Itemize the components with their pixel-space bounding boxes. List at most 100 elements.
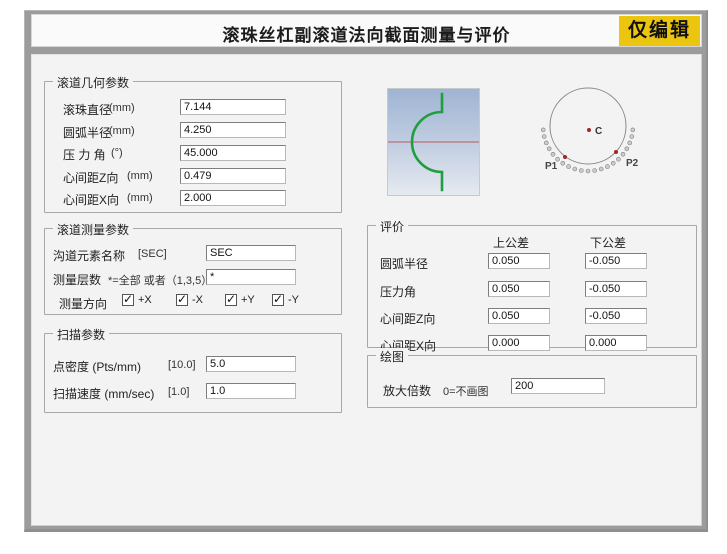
eval-center-z-upper-input[interactable]: [488, 308, 550, 324]
group-measure: 滚道测量参数 沟道元素名称 [SEC] 测量层数 *=全部 或者（1,3,5） …: [44, 228, 342, 315]
section-curve-svg: [388, 89, 479, 195]
ball-diameter-unit: (mm): [109, 102, 135, 114]
center-dist-z-input[interactable]: [180, 168, 286, 184]
measure-point-dot: [561, 161, 565, 165]
measurement-diagram: C P1 P2: [537, 83, 649, 183]
eval-pressure-angle-lower-input[interactable]: [585, 281, 647, 297]
group-eval-title: 评价: [376, 218, 408, 235]
ball-diameter-input[interactable]: [180, 99, 286, 115]
layers-label: 测量层数: [53, 271, 101, 288]
checkbox-minus-y-label: -Y: [288, 294, 299, 306]
measure-point-dot: [567, 165, 571, 169]
magnification-hint: 0=不画图: [443, 383, 489, 399]
arc-radius-label: 圆弧半径: [63, 124, 111, 141]
element-name-input[interactable]: [206, 245, 296, 261]
checkbox-minus-x[interactable]: -X: [176, 294, 203, 306]
measure-points: C P1 P2: [537, 83, 649, 183]
edit-only-badge: 仅编辑: [619, 16, 700, 46]
measure-point-dot: [542, 135, 546, 139]
measure-point-dot: [631, 128, 635, 132]
center-dist-x-unit: (mm): [127, 192, 153, 204]
group-measure-title: 滚道测量参数: [53, 221, 133, 238]
point-density-label: 点密度 (Pts/mm): [53, 358, 141, 375]
measure-point-dot: [579, 169, 583, 173]
measure-point-dot: [625, 147, 629, 151]
window-frame: 滚珠丝杠副滚道法向截面测量与评价 仅编辑 滚道几何参数 滚珠直径 (mm) 圆弧…: [24, 10, 708, 532]
measure-point-dot: [541, 128, 545, 132]
checkbox-plus-x-label: +X: [138, 294, 152, 306]
p1-label: P1: [545, 161, 558, 172]
checkbox-plus-y-label: +Y: [241, 294, 255, 306]
layers-input[interactable]: [206, 269, 296, 285]
measure-point-dot: [544, 141, 548, 145]
scan-speed-label: 扫描速度 (mm/sec): [53, 385, 154, 402]
checkbox-minus-x-label: -X: [192, 294, 203, 306]
checkbox-minus-y[interactable]: -Y: [272, 294, 299, 306]
group-scan: 扫描参数 点密度 (Pts/mm) [10.0] 扫描速度 (mm/sec) […: [44, 333, 342, 413]
eval-center-z-lower-input[interactable]: [585, 308, 647, 324]
measure-point-dot: [599, 167, 603, 171]
checkbox-minus-y-box[interactable]: [272, 294, 284, 306]
element-name-label: 沟道元素名称: [53, 247, 125, 264]
group-geometry-title: 滚道几何参数: [53, 74, 133, 91]
eval-center-z-label: 心间距Z向: [380, 310, 435, 327]
lower-tolerance-header: 下公差: [590, 234, 626, 251]
group-draw: 绘图 放大倍数 0=不画图: [367, 355, 697, 408]
p2-marker: [614, 150, 618, 154]
center-dist-z-label: 心间距Z向: [63, 169, 118, 186]
checkbox-plus-x-box[interactable]: [122, 294, 134, 306]
measure-point-dot: [556, 157, 560, 161]
scan-speed-hint: [1.0]: [168, 386, 189, 398]
group-draw-title: 绘图: [376, 348, 408, 365]
checkbox-minus-x-box[interactable]: [176, 294, 188, 306]
measure-point-dot: [551, 152, 555, 156]
measure-point-dot: [586, 169, 590, 173]
measure-point-dot: [593, 169, 597, 173]
measure-point-dot: [616, 157, 620, 161]
measure-point-dot: [628, 141, 632, 145]
upper-tolerance-header: 上公差: [493, 234, 529, 251]
group-scan-title: 扫描参数: [53, 326, 109, 343]
point-density-hint: [10.0]: [168, 359, 196, 371]
pressure-angle-label: 压 力 角: [63, 146, 106, 163]
checkbox-plus-y[interactable]: +Y: [225, 294, 255, 306]
checkbox-plus-x[interactable]: +X: [122, 294, 152, 306]
eval-arc-radius-label: 圆弧半径: [380, 255, 428, 272]
checkbox-plus-y-box[interactable]: [225, 294, 237, 306]
center-marker: [587, 128, 591, 132]
pressure-angle-input[interactable]: [180, 145, 286, 161]
page-title: 滚珠丝杠副滚道法向截面测量与评价: [32, 21, 701, 46]
direction-label: 测量方向: [59, 295, 107, 312]
scan-speed-input[interactable]: [206, 383, 296, 399]
element-name-hint: [SEC]: [138, 248, 167, 260]
group-eval: 评价 上公差 下公差 圆弧半径 压力角 心间距Z向 心间距X向: [367, 225, 697, 348]
eval-arc-radius-lower-input[interactable]: [585, 253, 647, 269]
title-bar: 滚珠丝杠副滚道法向截面测量与评价 仅编辑: [31, 14, 702, 47]
main-panel: 滚道几何参数 滚珠直径 (mm) 圆弧半径 (mm) 压 力 角 (°) 心间距…: [31, 54, 702, 526]
p1-marker: [563, 155, 567, 159]
eval-pressure-angle-upper-input[interactable]: [488, 281, 550, 297]
measure-point-dot: [573, 167, 577, 171]
section-preview: [387, 88, 480, 196]
center-dist-x-input[interactable]: [180, 190, 286, 206]
eval-arc-radius-upper-input[interactable]: [488, 253, 550, 269]
eval-center-x-upper-input[interactable]: [488, 335, 550, 351]
center-label: C: [595, 126, 602, 137]
measure-point-dot: [630, 135, 634, 139]
measure-point-dot: [547, 147, 551, 151]
arc-radius-input[interactable]: [180, 122, 286, 138]
eval-center-x-lower-input[interactable]: [585, 335, 647, 351]
measure-point-dot: [611, 161, 615, 165]
arc-radius-unit: (mm): [109, 125, 135, 137]
magnification-input[interactable]: [511, 378, 605, 394]
group-geometry: 滚道几何参数 滚珠直径 (mm) 圆弧半径 (mm) 压 力 角 (°) 心间距…: [44, 81, 342, 213]
eval-pressure-angle-label: 压力角: [380, 283, 416, 300]
point-density-input[interactable]: [206, 356, 296, 372]
center-dist-z-unit: (mm): [127, 170, 153, 182]
pressure-angle-unit: (°): [111, 147, 123, 159]
magnification-label: 放大倍数: [383, 382, 431, 399]
ball-diameter-label: 滚珠直径: [63, 101, 111, 118]
center-dist-x-label: 心间距X向: [63, 191, 119, 208]
p2-label: P2: [626, 158, 639, 169]
measure-point-dot: [605, 165, 609, 169]
